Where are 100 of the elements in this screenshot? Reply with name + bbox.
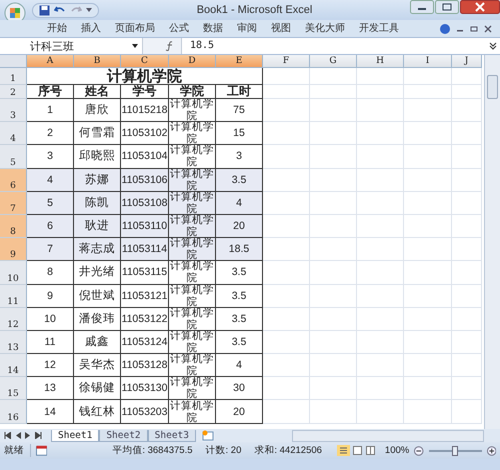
empty-cell[interactable] <box>263 261 310 284</box>
empty-cell[interactable] <box>310 354 357 378</box>
page-layout-icon[interactable] <box>352 445 363 456</box>
ribbon-tab[interactable]: 开发工具 <box>352 22 406 36</box>
zoom-out-icon[interactable] <box>414 446 424 456</box>
empty-cell[interactable] <box>452 284 482 308</box>
empty-cell[interactable] <box>310 99 357 122</box>
row-header[interactable]: 12 <box>0 308 27 331</box>
empty-cell[interactable] <box>357 354 404 378</box>
empty-cell[interactable] <box>404 85 452 99</box>
ribbon-tab[interactable]: 公式 <box>162 22 196 36</box>
expand-icon[interactable] <box>489 42 497 50</box>
empty-cell[interactable] <box>404 214 452 238</box>
empty-cell[interactable] <box>357 192 404 215</box>
empty-cell[interactable] <box>452 99 482 122</box>
vertical-scrollbar[interactable] <box>484 55 500 429</box>
empty-cell[interactable] <box>452 68 482 85</box>
row-header[interactable]: 9 <box>0 238 27 262</box>
empty-cell[interactable] <box>357 284 404 308</box>
empty-cell[interactable] <box>357 214 404 238</box>
empty-cell[interactable] <box>310 168 357 192</box>
row-header[interactable]: 10 <box>0 261 27 284</box>
row-header[interactable]: 8 <box>0 214 27 238</box>
column-header[interactable]: G <box>310 55 357 68</box>
empty-cell[interactable] <box>263 377 310 400</box>
restore-icon[interactable] <box>470 24 478 32</box>
column-header[interactable]: E <box>216 55 263 68</box>
empty-cell[interactable] <box>310 308 357 331</box>
column-header[interactable]: D <box>169 55 216 68</box>
dropdown-icon[interactable] <box>86 7 92 13</box>
empty-cell[interactable] <box>452 354 482 378</box>
empty-cell[interactable] <box>357 85 404 99</box>
empty-cell[interactable] <box>357 122 404 146</box>
empty-cell[interactable] <box>263 145 310 169</box>
name-box[interactable]: 计科三班 <box>0 38 142 54</box>
row-header[interactable]: 7 <box>0 192 27 215</box>
function-icon[interactable] <box>165 41 175 51</box>
empty-cell[interactable] <box>404 330 452 354</box>
ribbon-tab[interactable]: 开始 <box>40 22 74 36</box>
previous-sheet-icon[interactable] <box>15 432 21 439</box>
row-header[interactable]: 3 <box>0 99 27 122</box>
empty-cell[interactable] <box>404 284 452 308</box>
empty-cell[interactable] <box>310 122 357 146</box>
empty-cell[interactable] <box>263 284 310 308</box>
restore-icon[interactable] <box>435 0 459 14</box>
next-sheet-icon[interactable] <box>25 432 31 439</box>
row-header[interactable]: 11 <box>0 284 27 308</box>
empty-cell[interactable] <box>263 85 310 99</box>
empty-cell[interactable] <box>357 68 404 85</box>
empty-cell[interactable] <box>357 99 404 122</box>
empty-cell[interactable] <box>404 377 452 400</box>
empty-cell[interactable] <box>357 261 404 284</box>
empty-cell[interactable] <box>452 238 482 262</box>
empty-cell[interactable] <box>263 122 310 146</box>
empty-cell[interactable] <box>452 122 482 146</box>
empty-cell[interactable] <box>357 330 404 354</box>
column-header[interactable]: H <box>357 55 404 68</box>
formula-field[interactable]: 18.5 <box>182 38 489 54</box>
empty-cell[interactable] <box>310 330 357 354</box>
empty-cell[interactable] <box>452 400 482 424</box>
row-header[interactable]: 13 <box>0 330 27 354</box>
column-header[interactable]: B <box>74 55 121 68</box>
row-header[interactable]: 5 <box>0 145 27 169</box>
empty-cell[interactable] <box>357 168 404 192</box>
empty-cell[interactable] <box>357 377 404 400</box>
sheet-tab[interactable]: Sheet2 <box>99 430 148 442</box>
empty-cell[interactable] <box>263 330 310 354</box>
column-header[interactable]: C <box>121 55 169 68</box>
empty-cell[interactable] <box>404 238 452 262</box>
ribbon-tab[interactable]: 页面布局 <box>108 22 162 36</box>
row-header[interactable]: 1 <box>0 68 27 85</box>
empty-cell[interactable] <box>404 122 452 146</box>
close-icon[interactable] <box>484 24 492 32</box>
empty-cell[interactable] <box>310 85 357 99</box>
ribbon-tab[interactable]: 数据 <box>196 22 230 36</box>
minimize-icon[interactable] <box>410 0 434 14</box>
empty-cell[interactable] <box>404 68 452 85</box>
empty-cell[interactable] <box>263 354 310 378</box>
empty-cell[interactable] <box>404 192 452 215</box>
empty-cell[interactable] <box>263 308 310 331</box>
empty-cell[interactable] <box>452 308 482 331</box>
empty-cell[interactable] <box>404 99 452 122</box>
empty-cell[interactable] <box>404 308 452 331</box>
column-header[interactable]: F <box>263 55 310 68</box>
empty-cell[interactable] <box>310 192 357 215</box>
empty-cell[interactable] <box>404 261 452 284</box>
ribbon-tab[interactable]: 视图 <box>264 22 298 36</box>
macro-record-icon[interactable] <box>36 445 48 456</box>
normal-view-icon[interactable] <box>336 445 350 456</box>
row-header[interactable]: 14 <box>0 354 27 378</box>
empty-cell[interactable] <box>310 238 357 262</box>
empty-cell[interactable] <box>263 68 310 85</box>
sheet-tab[interactable]: Sheet1 <box>51 430 100 442</box>
empty-cell[interactable] <box>452 168 482 192</box>
ribbon-tab[interactable]: 插入 <box>74 22 108 36</box>
empty-cell[interactable] <box>452 377 482 400</box>
row-header[interactable]: 4 <box>0 122 27 146</box>
empty-cell[interactable] <box>404 145 452 169</box>
column-header[interactable]: A <box>27 55 74 68</box>
zoom-level[interactable]: 100% <box>384 445 410 456</box>
